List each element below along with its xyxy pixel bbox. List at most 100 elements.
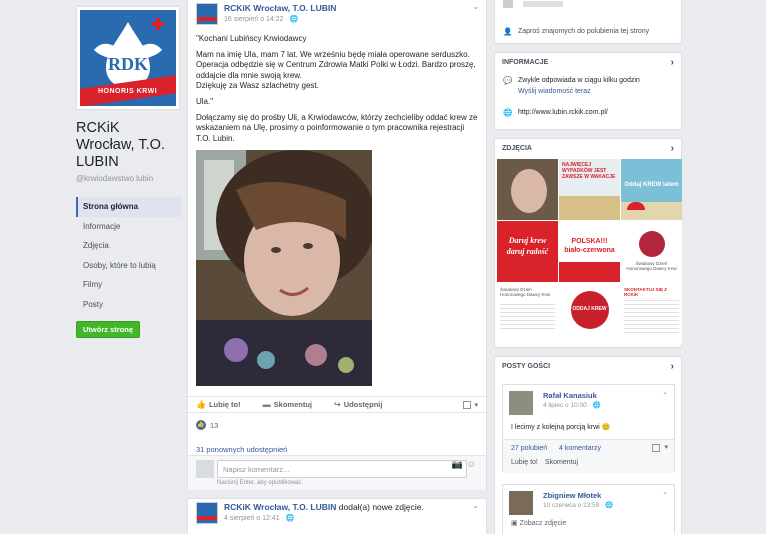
photo-thumb[interactable]: Daruj krew daruj radość bbox=[497, 221, 558, 282]
page-handle[interactable]: @krwiodawstwo lubin bbox=[76, 174, 182, 183]
guest-time[interactable]: 4 lipiec o 10:00 · 🌐 bbox=[543, 401, 601, 409]
photo-thumb[interactable]: ODDAJ KREW bbox=[559, 283, 620, 344]
comment-input[interactable]: Napisz komentarz... bbox=[217, 460, 467, 478]
photo-caption: Światowy Dzień Honorowego Dawcy Krwi bbox=[626, 261, 677, 271]
page-avatar-icon bbox=[652, 444, 660, 452]
photo-thumb[interactable] bbox=[497, 159, 558, 220]
chevron-right-icon: › bbox=[670, 57, 674, 68]
photo-thumb[interactable]: Oddaj KREW latem bbox=[621, 159, 682, 220]
camera-icon[interactable]: 📷 bbox=[452, 459, 467, 469]
nav-posts[interactable]: Posty bbox=[76, 295, 182, 315]
commenter-avatar bbox=[196, 460, 214, 478]
photo-thumb[interactable]: Światowy Dzień Honorowego Dawcy Krwi bbox=[621, 221, 682, 282]
chevron-right-icon: › bbox=[670, 143, 674, 154]
response-row: 💬 Zwykle odpowiada w ciągu kilku godzin W… bbox=[495, 73, 681, 99]
chevron-down-icon[interactable]: ⌄ bbox=[472, 501, 479, 510]
shares-count[interactable]: 31 ponownych udostępnień bbox=[196, 445, 287, 454]
like-label: Lubię to! bbox=[208, 400, 241, 409]
dropdown-arrow-icon: ▾ bbox=[474, 401, 478, 409]
nav-likes[interactable]: Osoby, które to lubią bbox=[76, 256, 182, 276]
page-avatar-icon bbox=[463, 400, 472, 409]
dropdown-arrow-icon[interactable]: ▾ bbox=[664, 443, 668, 451]
globe-icon: 🌐 bbox=[503, 108, 513, 117]
guest-comments[interactable]: 4 komentarzy bbox=[559, 445, 601, 452]
info-title[interactable]: INFORMACJE › bbox=[495, 53, 681, 73]
post-author-link[interactable]: RCKiK Wrocław, T.O. LUBIN bbox=[224, 502, 336, 512]
audience-selector[interactable]: ▾ bbox=[463, 400, 478, 409]
guest-avatar[interactable] bbox=[509, 391, 533, 415]
svg-text:RDK: RDK bbox=[108, 54, 148, 74]
chevron-down-icon[interactable]: ⌄ bbox=[472, 2, 479, 11]
guest-time[interactable]: 10 czerwca o 23:59 · 🌐 bbox=[543, 501, 613, 509]
photo-thumb[interactable]: NAJWIĘCEJ WYPADKÓW JEST ZAWSZE W WAKACJE bbox=[559, 159, 620, 220]
sticker-icon[interactable]: ☺ bbox=[467, 459, 480, 469]
post-paragraph: Ula." bbox=[196, 97, 214, 107]
post-paragraph: Mam na imię Ula, mam 7 lat. We wrześniu … bbox=[196, 50, 476, 90]
send-message-link[interactable]: Wyślij wiadomość teraz bbox=[518, 86, 640, 97]
guest-text: I lecimy z kolejną porcją krwi 😊 bbox=[511, 424, 611, 431]
guest-comment-button[interactable]: Skomentuj bbox=[545, 459, 578, 466]
photo-caption: Daruj krew daruj radość bbox=[506, 236, 549, 256]
girl-photo-image bbox=[196, 149, 372, 386]
guest-like-button[interactable]: Lubię to! bbox=[511, 459, 538, 466]
guest-posts-title[interactable]: POSTY GOŚCI › bbox=[495, 357, 681, 377]
text-lines bbox=[500, 301, 555, 331]
page-nav: Strona główna Informacje Zdjęcia Osoby, … bbox=[76, 197, 182, 314]
photo-face bbox=[511, 169, 547, 213]
photo-sand bbox=[559, 196, 620, 220]
post-header: RCKiK Wrocław, T.O. LUBIN dodał(a) nowe … bbox=[188, 499, 486, 529]
flag-red bbox=[559, 262, 620, 282]
logo-ribbon-text: HONORIS KRWI bbox=[98, 87, 158, 95]
post-actions-bar: 👍 Lubię to! ▬ Skomentuj ↪ Udostępnij ▾ bbox=[188, 396, 486, 413]
chevron-down-icon[interactable]: ⌄ bbox=[662, 388, 668, 396]
share-button[interactable]: ↪ Udostępnij bbox=[334, 400, 382, 409]
post-photo[interactable] bbox=[196, 149, 372, 386]
photo-caption: SKONTAKTUJ SIĘ Z RCKiK bbox=[624, 287, 667, 297]
photo-thumb[interactable]: SKONTAKTUJ SIĘ Z RCKiK bbox=[621, 283, 682, 344]
text-lines bbox=[624, 297, 679, 333]
share-icon: ↪ bbox=[333, 400, 341, 409]
nav-photos[interactable]: Zdjęcia bbox=[76, 236, 182, 256]
create-page-button[interactable]: Utwórz stronę bbox=[76, 321, 141, 338]
response-text: Zwykle odpowiada w ciągu kilku godzin bbox=[518, 77, 640, 84]
invite-row[interactable]: 👤 Zaproś znajomych do polubienia tej str… bbox=[495, 24, 657, 39]
author-avatar[interactable] bbox=[196, 502, 218, 524]
photos-title[interactable]: ZDJĘCIA › bbox=[495, 139, 681, 159]
left-column: RDK HONORIS KRWI RCKiK Wrocław, T.O. LUB… bbox=[76, 6, 182, 338]
photo-caption: POLSKA!!! biało-czerwona bbox=[564, 238, 615, 254]
rckik-logo: RDK HONORIS KRWI bbox=[80, 10, 176, 106]
post-paragraph: "Kochani Lubińscy Krwiodawcy bbox=[196, 34, 307, 43]
photo-thumb[interactable]: POLSKA!!! biało-czerwona bbox=[559, 221, 620, 282]
photo-grid: NAJWIĘCEJ WYPADKÓW JEST ZAWSZE W WAKACJE… bbox=[495, 159, 682, 346]
guest-name[interactable]: Rafał Kanasiuk bbox=[543, 391, 597, 400]
photo-caption: Światowy Dzień Honorowego Dawcy Krwi bbox=[500, 287, 551, 297]
profile-picture[interactable]: RDK HONORIS KRWI bbox=[76, 6, 180, 110]
guest-avatar[interactable] bbox=[509, 491, 533, 515]
post-timestamp[interactable]: 4 sierpień o 12:41 · 🌐 bbox=[224, 514, 295, 522]
like-button[interactable]: 👍 Lubię to! bbox=[196, 400, 241, 409]
guest-name[interactable]: Zbigniew Młotek bbox=[543, 491, 601, 500]
comment-icon: ▬ bbox=[262, 400, 271, 409]
post-paragraph: Dołączamy się do prośby Uli, a Krwiodawc… bbox=[196, 113, 478, 143]
page-name: RCKiK Wrocław, T.O. LUBIN bbox=[76, 120, 165, 170]
comment-label: Skomentuj bbox=[273, 400, 312, 409]
post-action-text: dodał(a) nowe zdjęcie. bbox=[338, 502, 424, 512]
chevron-down-icon[interactable]: ⌄ bbox=[662, 488, 668, 496]
likes-summary[interactable]: 👍 13 bbox=[196, 420, 218, 430]
info-box: INFORMACJE › 💬 Zwykle odpowiada w ciągu k… bbox=[494, 52, 682, 130]
guest-likes[interactable]: 27 polubień bbox=[511, 445, 547, 452]
umbrella-icon bbox=[627, 202, 645, 210]
post-timestamp[interactable]: 16 sierpień o 14:22 · 🌐 bbox=[224, 15, 298, 23]
author-avatar[interactable] bbox=[196, 3, 218, 25]
view-photo-link[interactable]: ▣ Zobacz zdjęcie bbox=[511, 519, 566, 527]
post-header: RCKiK Wrocław, T.O. LUBIN 16 sierpień o … bbox=[188, 0, 486, 30]
photo-thumb[interactable]: Światowy Dzień Honorowego Dawcy Krwi bbox=[497, 283, 558, 344]
photo-caption: ODDAJ KREW bbox=[572, 306, 607, 312]
nav-home[interactable]: Strona główna bbox=[76, 197, 182, 217]
invite-box: 👤 Zaproś znajomych do polubienia tej str… bbox=[494, 0, 682, 44]
comment-button[interactable]: ▬ Skomentuj bbox=[263, 400, 312, 409]
website-link[interactable]: http://www.lubin.rckik.com.pl/ bbox=[518, 107, 608, 118]
post-author[interactable]: RCKiK Wrocław, T.O. LUBIN bbox=[224, 3, 336, 13]
nav-info[interactable]: Informacje bbox=[76, 217, 182, 237]
nav-videos[interactable]: Filmy bbox=[76, 275, 182, 295]
